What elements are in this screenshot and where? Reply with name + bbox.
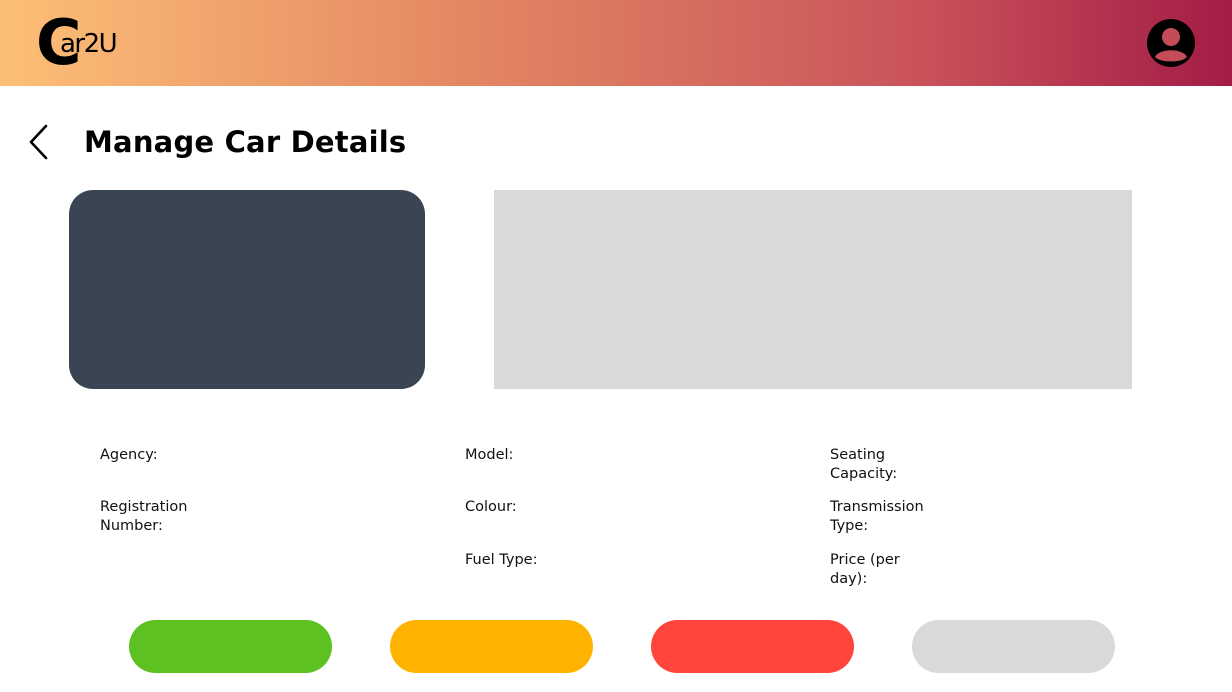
car-image-placeholder bbox=[69, 190, 425, 389]
field-price-per-day: Price (per day): bbox=[830, 552, 900, 587]
field-fuel-type: Fuel Type: bbox=[465, 552, 538, 568]
amber-action-button[interactable] bbox=[390, 620, 593, 673]
field-colour: Colour: bbox=[465, 499, 517, 515]
app-header: C ar2U bbox=[0, 0, 1232, 86]
field-seating-capacity: Seating Capacity: bbox=[830, 447, 898, 482]
field-registration-number: Registration Number: bbox=[100, 499, 188, 534]
field-agency: Agency: bbox=[100, 447, 158, 463]
grey-action-button[interactable] bbox=[912, 620, 1115, 673]
car2u-logo[interactable]: C ar2U bbox=[36, 12, 132, 74]
logo-wordmark: ar2U bbox=[60, 29, 118, 59]
field-transmission-type: Transmission Type: bbox=[830, 499, 924, 534]
field-model: Model: bbox=[465, 447, 514, 463]
page-title: Manage Car Details bbox=[84, 125, 407, 159]
red-action-button[interactable] bbox=[651, 620, 854, 673]
green-action-button[interactable] bbox=[129, 620, 332, 673]
account-circle-icon[interactable] bbox=[1145, 17, 1197, 69]
car-info-panel bbox=[494, 190, 1132, 389]
chevron-left-icon[interactable] bbox=[24, 122, 56, 162]
